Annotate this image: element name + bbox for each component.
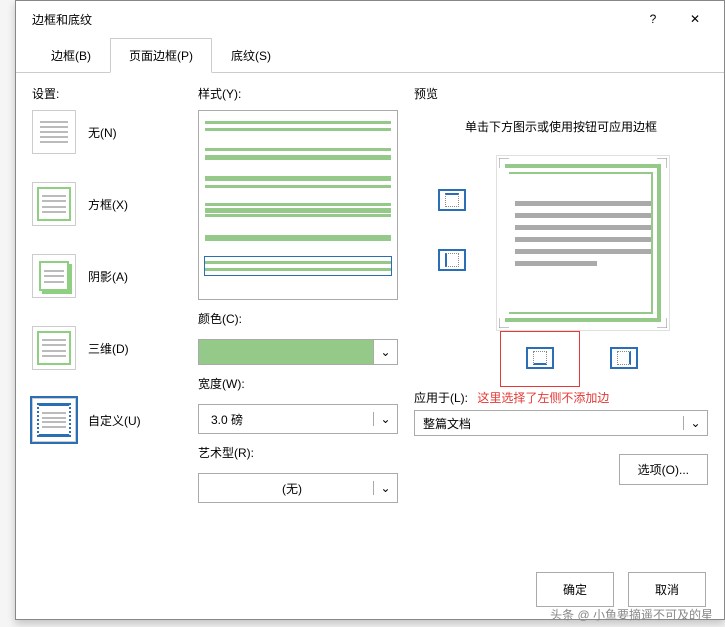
setting-label: 无(N) [88,124,117,141]
edge-toggle-top[interactable] [438,189,466,211]
options-button[interactable]: 选项(O)... [619,454,708,485]
setting-label: 方框(X) [88,196,128,213]
style-option-selected[interactable] [205,257,391,275]
setting-none[interactable]: 无(N) [32,110,182,154]
apply-to-value: 整篇文档 [415,415,683,432]
style-listbox[interactable] [198,110,398,300]
chevron-down-icon[interactable]: ⌄ [373,481,397,495]
dialog-footer: 确定 取消 [536,572,706,607]
edge-toggle-right[interactable] [610,347,638,369]
color-label: 颜色(C): [198,310,398,327]
style-option[interactable] [205,117,391,135]
setting-shadow[interactable]: 阴影(A) [32,254,182,298]
preview-header: 预览 [414,85,708,102]
page-preview[interactable] [496,155,670,331]
width-value: 3.0 磅 [199,411,373,428]
setting-custom[interactable]: 自定义(U) [32,398,182,442]
apply-row: 应用于(L): 这里选择了左侧不添加边 [414,389,708,406]
style-option[interactable] [205,229,391,247]
setting-box[interactable]: 方框(X) [32,182,182,226]
settings-header: 设置: [32,85,182,102]
tab-strip: 边框(B) 页面边框(P) 底纹(S) [16,37,724,73]
preview-area [414,151,708,371]
close-button[interactable]: ✕ [674,4,716,34]
style-option[interactable] [205,173,391,191]
edge-toggle-left[interactable] [438,249,466,271]
style-column: 样式(Y): 颜色(C): ⌄ 宽度(W): 3.0 磅 ⌄ 艺术型(R): [198,85,398,503]
borders-shading-dialog: 边框和底纹 ? ✕ 边框(B) 页面边框(P) 底纹(S) 设置: 无(N) 方… [15,0,725,620]
thumb-custom [32,398,76,442]
art-select[interactable]: (无) ⌄ [198,473,398,503]
preview-hint: 单击下方图示或使用按钮可应用边框 [414,118,708,137]
thumb-box [32,182,76,226]
thumb-threed [32,326,76,370]
watermark: 头条 @ 小鱼要摘遥不可及的星 [550,606,713,623]
setting-label: 阴影(A) [88,268,128,285]
chevron-down-icon[interactable]: ⌄ [373,340,397,364]
art-value: (无) [199,480,373,497]
help-button[interactable]: ? [632,4,674,34]
setting-label: 三维(D) [88,340,129,357]
tab-shading[interactable]: 底纹(S) [212,38,290,73]
thumb-shadow [32,254,76,298]
border-right-icon [617,351,631,365]
setting-label: 自定义(U) [88,412,141,429]
width-label: 宽度(W): [198,375,398,392]
border-top-icon [445,193,459,207]
style-option[interactable] [205,201,391,219]
annotation-box [500,331,580,387]
apply-to-select[interactable]: 整篇文档 ⌄ [414,410,708,436]
setting-threed[interactable]: 三维(D) [32,326,182,370]
dialog-content: 设置: 无(N) 方框(X) 阴影(A) 三维(D) 自定义(U) [16,73,724,507]
preview-column: 预览 单击下方图示或使用按钮可应用边框 应用于(L): [414,85,708,503]
titlebar: 边框和底纹 ? ✕ [16,1,724,37]
page-text-icon [515,201,651,266]
border-left-icon [445,253,459,267]
chevron-down-icon[interactable]: ⌄ [373,412,397,426]
dialog-title: 边框和底纹 [32,11,632,28]
apply-label: 应用于(L): [414,391,468,405]
annotation-note: 这里选择了左侧不添加边 [477,391,609,405]
style-label: 样式(Y): [198,85,398,102]
style-option[interactable] [205,145,391,163]
width-select[interactable]: 3.0 磅 ⌄ [198,404,398,434]
color-swatch [199,340,373,364]
art-label: 艺术型(R): [198,444,398,461]
cancel-button[interactable]: 取消 [628,572,706,607]
thumb-none [32,110,76,154]
settings-column: 设置: 无(N) 方框(X) 阴影(A) 三维(D) 自定义(U) [32,85,182,503]
color-picker[interactable]: ⌄ [198,339,398,365]
chevron-down-icon[interactable]: ⌄ [683,416,707,430]
tab-borders[interactable]: 边框(B) [32,38,110,73]
tab-page-borders[interactable]: 页面边框(P) [110,38,212,73]
ok-button[interactable]: 确定 [536,572,614,607]
